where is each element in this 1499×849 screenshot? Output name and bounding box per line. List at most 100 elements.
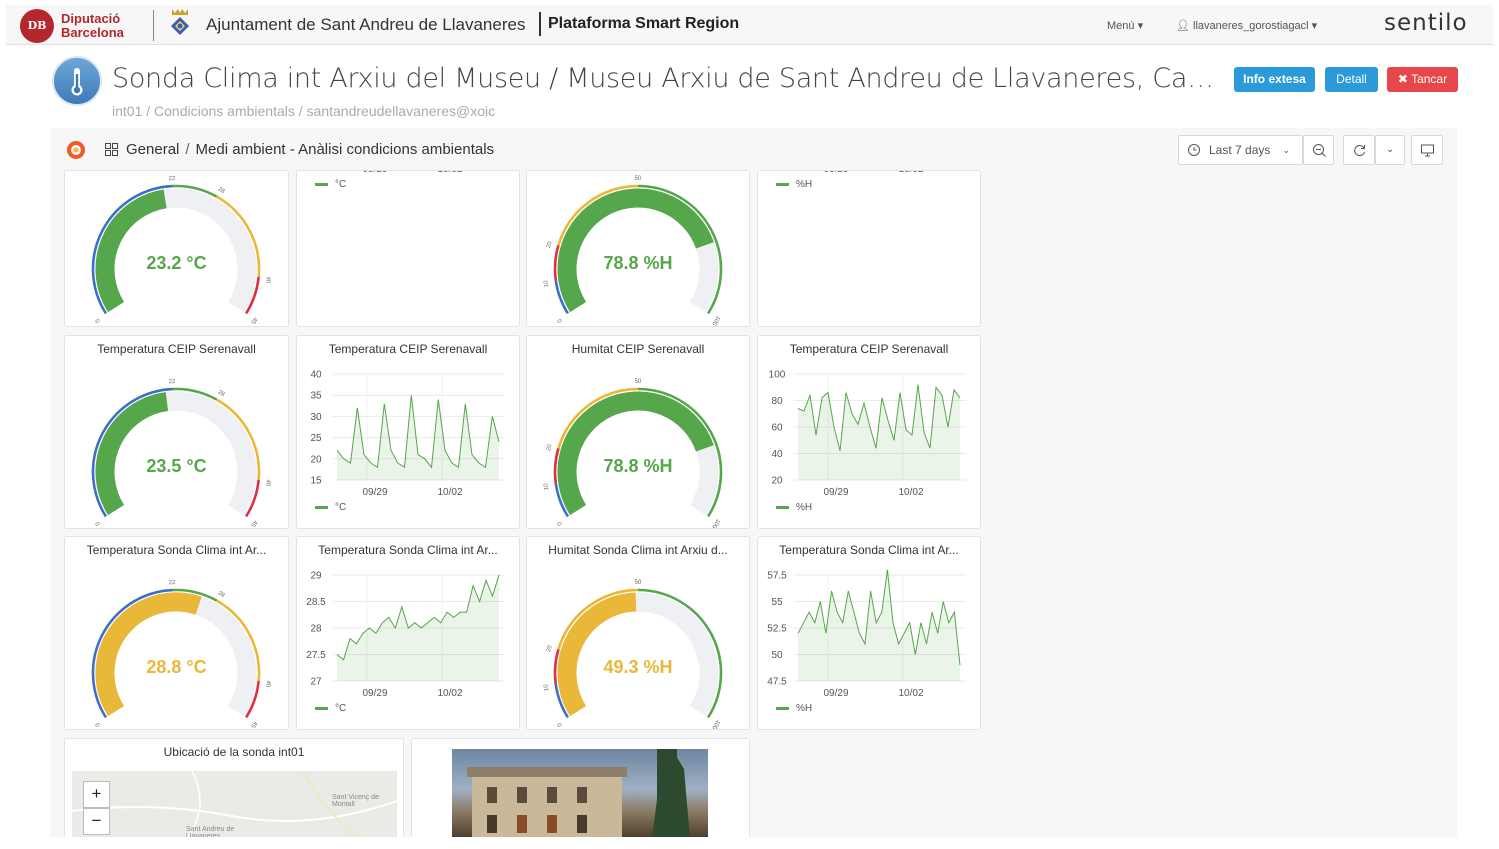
gauge-threshold-label: 0 — [557, 520, 564, 527]
gauge-panel[interactable]: Temperatura CEIP Serenavall 0 22 28 40 45 23.5… — [64, 335, 289, 529]
gauge-threshold-label: 0 — [95, 721, 102, 728]
gauge-threshold-label: 20 — [546, 443, 554, 452]
y-tick-label: 15 — [310, 476, 322, 487]
gauge-threshold-label: 0 — [95, 520, 102, 527]
chart-svg: 29 28.5 28 27.5 27 09/29 10/02 — [306, 571, 505, 699]
top-bar: DB Diputació Barcelona Ajuntament de San… — [6, 5, 1493, 45]
gauge-threshold-label: 40 — [264, 680, 271, 688]
dashboard-breadcrumb: General / Medi ambient - Anàlisi condicion… — [126, 141, 494, 158]
info-extesa-button[interactable]: Info extesa — [1234, 67, 1315, 92]
y-tick-label: 35 — [310, 391, 322, 402]
map-zoom-out-button[interactable]: − — [83, 808, 110, 835]
gauge-threshold-label: 22 — [169, 176, 177, 182]
gauge-panel[interactable]: 0 22 28 40 45 23.2 °C — [64, 170, 289, 327]
x-tick-label: 10/02 — [898, 171, 923, 175]
legend-label: %H — [796, 502, 813, 513]
thermometer-icon — [52, 56, 102, 106]
chart-legend[interactable]: %H — [776, 179, 812, 190]
map-place-label: Sant Andreu de Llavaneres — [186, 826, 235, 837]
gauge-value: 23.5 °C — [146, 456, 207, 476]
time-range-label: Last 7 days — [1209, 143, 1271, 157]
x-tick-label: 09/29 — [362, 487, 387, 498]
y-tick-label: 80 — [771, 396, 783, 407]
timeseries-panel[interactable]: Temperatura Sonda Clima int Ar... 29 28.5 2… — [296, 536, 520, 730]
user-icon: 👤︎ — [1176, 20, 1190, 32]
y-tick-label: 28.5 — [306, 597, 326, 608]
gauge-panel[interactable]: Temperatura Sonda Clima int Ar... 0 22 28 40… — [64, 536, 289, 730]
chart-legend[interactable]: °C — [315, 703, 346, 714]
location-map[interactable]: + − Sant Vicenç de Montalt Sant Andreu d… — [72, 771, 397, 837]
clock-icon — [1188, 144, 1200, 156]
gauge-svg: 0 10 20 50 100 — [543, 580, 723, 729]
y-tick-label: 27 — [310, 677, 322, 688]
x-tick-label: 10/02 — [898, 688, 923, 699]
timeseries-panel[interactable]: 40353025201509/2910/02 °C — [296, 170, 520, 327]
timeseries-panel[interactable]: Temperatura Sonda Clima int Ar... 57.5 55 5… — [757, 536, 981, 730]
chevron-down-icon: ⌄ — [1386, 144, 1395, 155]
gauge-panel[interactable]: 0 10 20 50 100 78.8 %H — [526, 170, 750, 327]
diputacio-name: Diputació Barcelona — [61, 12, 124, 40]
y-tick-label: 27.5 — [306, 650, 326, 661]
y-tick-label: 47.5 — [767, 677, 787, 688]
gauge-threshold-label: 22 — [169, 580, 177, 586]
gauge-panel[interactable]: Humitat CEIP Serenavall 0 10 20 50 100 78.8 %H — [526, 335, 750, 529]
panel-title: Humitat Sonda Clima int Arxiu d... — [548, 543, 728, 557]
gauge-threshold-label: 50 — [635, 379, 642, 385]
gauge-value: 23.2 °C — [146, 253, 207, 273]
gauge-threshold-label: 0 — [557, 721, 564, 728]
legend-swatch — [315, 182, 328, 186]
caret-down-icon: ▾ — [1311, 20, 1318, 32]
time-range-picker[interactable]: Last 7 days ⌄ — [1178, 135, 1303, 165]
chart-svg: 40353025201509/2910/02 — [362, 171, 462, 175]
map-place-label: Sant Vicenç de Montalt — [332, 794, 379, 808]
monitor-icon — [1421, 144, 1434, 157]
caret-down-icon: ▾ — [1137, 20, 1144, 32]
timeseries-panel[interactable]: Temperatura CEIP Serenavall 40 35 30 25 20 15 0… — [296, 335, 520, 529]
detall-button[interactable]: Detall — [1325, 67, 1378, 92]
diputacio-logo[interactable]: DB Diputació Barcelona — [20, 8, 140, 43]
user-label: llavaneres_gorostiagacl — [1193, 20, 1309, 32]
y-tick-label: 52.5 — [767, 624, 787, 635]
menu-dropdown[interactable]: Menú ▾ — [1107, 19, 1143, 32]
gauge-value: 49.3 %H — [603, 657, 673, 677]
header-divider — [153, 10, 154, 41]
dashboard-grid-icon — [105, 143, 118, 156]
chart-legend[interactable]: %H — [776, 502, 812, 513]
y-tick-label: 20 — [771, 476, 783, 487]
zoom-out-button[interactable] — [1303, 135, 1334, 165]
timeseries-panel[interactable]: Temperatura CEIP Serenavall 100 80 60 40 20 09… — [757, 335, 981, 529]
timeseries-panel[interactable]: 1008060402009/2910/02%H — [757, 170, 981, 327]
gauge-value: 78.8 %H — [603, 253, 673, 273]
town-name: Ajuntament de Sant Andreu de Llavaneres — [206, 15, 526, 34]
page-title: Sonda Clima int Arxiu del Museu / Museu … — [112, 63, 1214, 94]
legend-label: %H — [796, 179, 813, 190]
tv-mode-button[interactable] — [1411, 135, 1443, 165]
refresh-interval-dropdown[interactable]: ⌄ — [1375, 135, 1405, 165]
chart-legend[interactable]: °C — [315, 502, 346, 513]
tancar-button[interactable]: ✖ Tancar — [1387, 67, 1458, 92]
breadcrumb-dashboard[interactable]: Medi ambient - Anàlisi condicions ambien… — [196, 141, 494, 158]
gauge-threshold-label: 28 — [217, 591, 226, 600]
zoom-out-icon — [1313, 144, 1326, 157]
x-tick-label: 09/29 — [362, 688, 387, 699]
gauge-panel[interactable]: Humitat Sonda Clima int Arxiu d... 0 10 20 5… — [526, 536, 750, 730]
chart-legend[interactable]: %H — [776, 703, 812, 714]
chart-svg: 57.5 55 52.5 50 47.5 09/29 10/02 — [767, 569, 966, 699]
user-dropdown[interactable]: 👤︎ llavaneres_gorostiagacl ▾ — [1176, 19, 1317, 32]
x-tick-label: 09/29 — [823, 487, 848, 498]
grafana-logo-icon[interactable] — [65, 139, 87, 161]
sentilo-logo[interactable]: sentilo — [1384, 10, 1468, 36]
chevron-down-icon: ⌄ — [1282, 145, 1290, 155]
gauge-threshold-label: 28 — [217, 390, 226, 399]
panel-title: Temperatura Sonda Clima int Ar... — [86, 543, 267, 557]
tancar-label: Tancar — [1411, 72, 1448, 86]
gauge-threshold-label: 10 — [543, 482, 550, 490]
refresh-button[interactable] — [1343, 135, 1375, 165]
legend-label: °C — [335, 502, 347, 513]
legend-label: %H — [796, 703, 813, 714]
gauge-threshold-label: 40 — [264, 276, 271, 284]
town-coat-of-arms-icon — [171, 9, 189, 35]
breadcrumb-home[interactable]: General — [126, 141, 179, 158]
chart-legend[interactable]: °C — [315, 179, 346, 190]
map-zoom-in-button[interactable]: + — [83, 781, 110, 808]
